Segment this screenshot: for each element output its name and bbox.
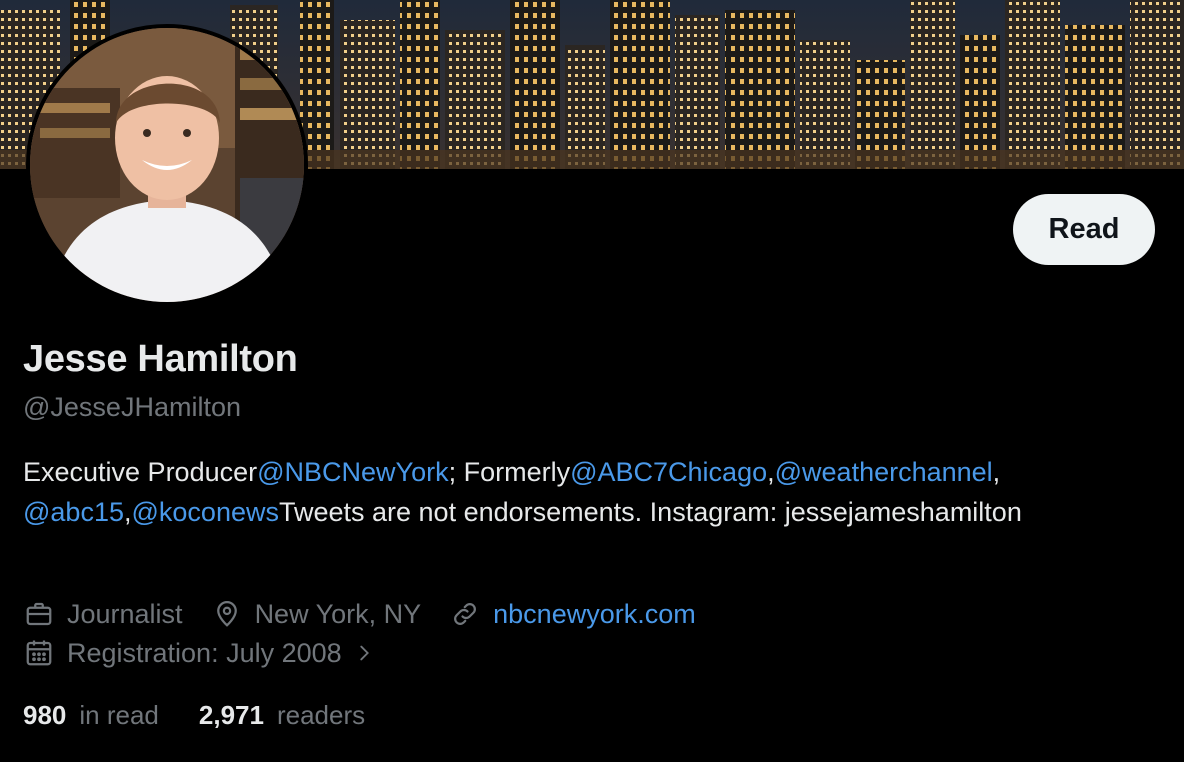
bio-text: Executive Producer (23, 457, 258, 487)
profile-meta: Journalist New York, NY nbcnewyork.com (23, 598, 724, 630)
bio-text: ; Formerly (448, 457, 571, 487)
mention-link[interactable]: @abc15 (23, 497, 124, 527)
location-pin-icon (211, 598, 243, 630)
chevron-right-icon (348, 637, 380, 669)
followers-count: 2,971 (198, 700, 264, 730)
registration-row[interactable]: Registration: July 2008 (23, 637, 408, 669)
bio-separator: , (123, 497, 132, 527)
location-item: New York, NY (211, 598, 422, 630)
website-link[interactable]: nbcnewyork.com (493, 599, 696, 630)
following-stat[interactable]: 980 in read (23, 700, 159, 731)
bio-separator: , (767, 457, 775, 487)
mention-link[interactable]: @ABC7Chicago (570, 457, 767, 487)
briefcase-icon (23, 598, 55, 630)
mention-link[interactable]: @koconews (132, 497, 279, 527)
followers-stat[interactable]: 2,971 readers (199, 700, 365, 731)
registration-label: Registration: July 2008 (67, 637, 342, 668)
avatar-photo (30, 28, 304, 302)
profession-label: Journalist (67, 598, 183, 629)
bio-separator: , (992, 457, 1001, 487)
calendar-icon (23, 637, 55, 669)
registration-item[interactable]: Registration: July 2008 (23, 637, 380, 669)
profession-item: Journalist (23, 598, 183, 630)
profile-handle: @JesseJHamilton (23, 392, 241, 422)
followers-label: readers (276, 700, 366, 730)
following-label: in read (79, 700, 159, 730)
profile-avatar[interactable] (26, 24, 308, 306)
profile-name: Jesse Hamilton (23, 338, 298, 380)
profile-bio: Executive Producer@NBCNewYork; Formerly@… (23, 452, 1143, 532)
website-item[interactable]: nbcnewyork.com (449, 598, 696, 630)
profile-stats: 980 in read 2,971 readers (23, 700, 405, 731)
read-follow-button[interactable]: Read (1013, 194, 1155, 265)
link-icon (449, 598, 481, 630)
bio-text: Tweets are not endorsements. Instagram: … (278, 497, 1022, 527)
following-count: 980 (23, 700, 67, 730)
mention-link[interactable]: @weatherchannel (775, 457, 993, 487)
mention-link[interactable]: @NBCNewYork (257, 457, 448, 487)
location-label: New York, NY (254, 598, 422, 629)
